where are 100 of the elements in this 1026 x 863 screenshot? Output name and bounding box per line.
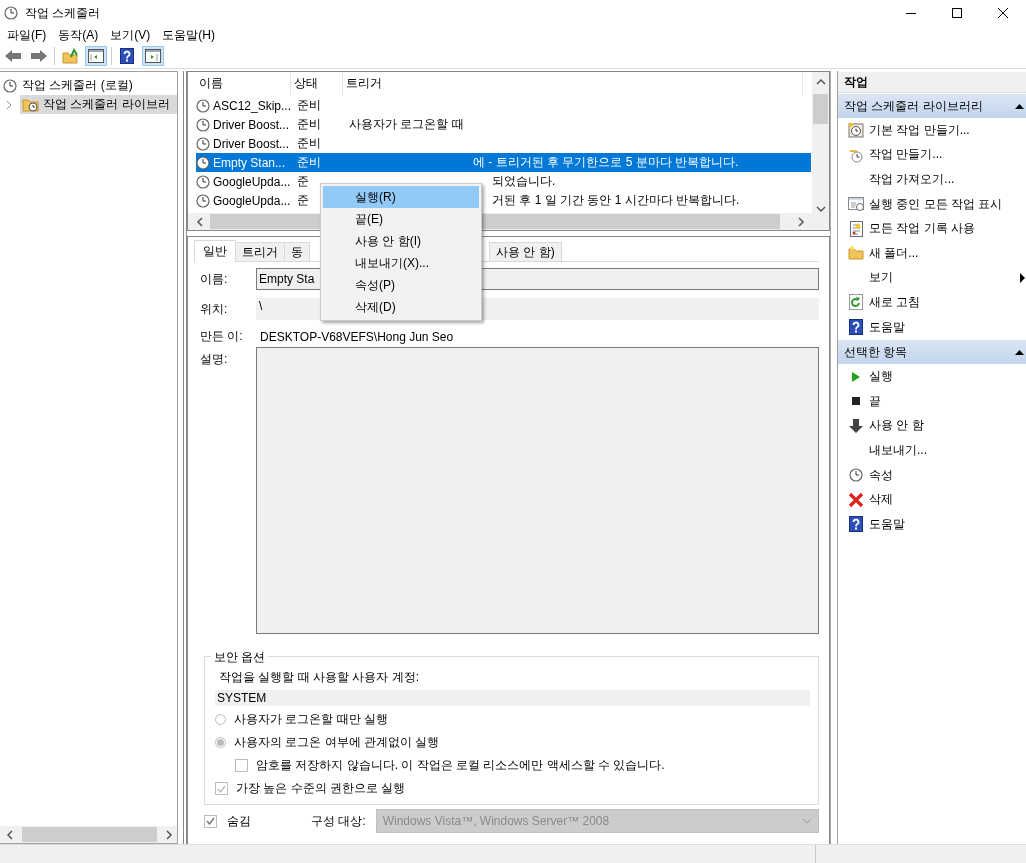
task-row[interactable]: Empty Stan... 준비 에 - 트리거된 후 무기한으로 5 분마다 반복합니다. xyxy=(196,153,811,172)
folder-up-icon[interactable] xyxy=(62,48,78,64)
scroll-right-icon[interactable] xyxy=(797,216,805,227)
help-icon xyxy=(849,319,863,336)
task-status: 준비 xyxy=(296,154,322,171)
task-status: 준 xyxy=(296,173,308,190)
scroll-up-icon[interactable] xyxy=(815,78,826,86)
context-menu-item[interactable]: 끝(E) xyxy=(323,208,479,230)
action-item[interactable]: 실행 중인 모든 작업 표시 xyxy=(838,191,1026,217)
forward-arrow-icon[interactable] xyxy=(31,50,47,62)
configure-label: 구성 대상: xyxy=(311,812,366,830)
action-item[interactable]: 삭제 xyxy=(838,487,1026,512)
scroll-left-icon[interactable] xyxy=(196,216,204,227)
menu-item[interactable]: 동작(A) xyxy=(52,26,105,44)
log-icon xyxy=(848,220,864,237)
tab[interactable]: 사용 안 함) xyxy=(489,242,562,261)
action-item[interactable]: 끝 xyxy=(838,388,1026,414)
author-text: DESKTOP-V68VEFS\Hong Jun Seo xyxy=(259,329,455,344)
down-arrow-icon xyxy=(849,418,863,433)
check-icon xyxy=(217,784,226,793)
scroll-thumb[interactable] xyxy=(813,94,828,124)
pane-title: 작업 xyxy=(838,72,1026,93)
tree-item[interactable]: 작업 스케줄러 라이브러 xyxy=(20,95,177,114)
collapse-icon[interactable] xyxy=(1015,349,1024,356)
help-icon[interactable] xyxy=(120,48,134,64)
action-item[interactable]: 보기 xyxy=(838,265,1026,291)
context-menu-item[interactable]: 삭제(D) xyxy=(323,296,479,318)
scroll-right-icon[interactable] xyxy=(165,829,173,840)
clock-icon xyxy=(196,117,210,132)
action-item[interactable]: 내보내기... xyxy=(838,438,1026,463)
horizontal-scrollbar[interactable] xyxy=(0,826,177,843)
menu-item[interactable]: 도움말(H) xyxy=(156,26,221,44)
task-status: 준비 xyxy=(296,116,322,133)
task-status: 준비 xyxy=(296,97,322,114)
task-name: ASC12_Skip... xyxy=(213,98,292,113)
scroll-down-icon[interactable] xyxy=(815,205,826,213)
folder-clock-icon xyxy=(22,97,39,112)
pane-toggle-icon[interactable] xyxy=(88,49,104,63)
field-label: 만든 이: xyxy=(200,328,244,345)
clock-icon xyxy=(3,78,17,93)
column-header[interactable]: 트리거 xyxy=(343,72,803,96)
close-icon[interactable] xyxy=(998,8,1008,18)
option-label: 사용자가 로그온할 때만 실행 xyxy=(234,711,388,728)
checkbox[interactable] xyxy=(215,782,228,795)
menu-item[interactable]: 보기(V) xyxy=(104,26,157,44)
account-label: 작업을 실행할 때 사용할 사용자 계정: xyxy=(219,669,420,686)
action-item[interactable]: 새 폴더... xyxy=(838,240,1026,266)
clock-icon xyxy=(196,136,210,151)
action-item[interactable]: 실행 xyxy=(838,364,1026,389)
action-item[interactable]: 작업 가져오기... xyxy=(838,167,1026,192)
action-item[interactable]: 도움말 xyxy=(838,314,1026,340)
description-field[interactable] xyxy=(256,347,819,634)
action-item[interactable]: 모든 작업 기록 사용 xyxy=(838,216,1026,241)
column-header[interactable]: 이름 xyxy=(196,72,291,96)
field-label: 이름: xyxy=(200,270,229,288)
task-trigger: 사용자가 로그온할 때 xyxy=(348,116,464,133)
task-name: Driver Boost... xyxy=(213,136,290,151)
window-title: 작업 스케줄러 xyxy=(25,4,101,22)
tab[interactable]: 일반 xyxy=(194,240,236,262)
tab[interactable]: 동 xyxy=(284,242,310,261)
maximize-icon[interactable] xyxy=(952,8,962,18)
window-clock-icon xyxy=(848,196,864,213)
checkbox[interactable] xyxy=(204,814,217,828)
pane-toggle-icon[interactable] xyxy=(145,49,161,63)
section-header[interactable]: 작업 스케줄러 라이브러리 xyxy=(838,94,1026,118)
submenu-arrow-icon xyxy=(1020,272,1025,283)
column-header[interactable]: 상태 xyxy=(291,72,343,96)
task-name: GoogleUpda... xyxy=(213,174,291,189)
action-item[interactable]: 속성 xyxy=(838,462,1026,488)
refresh-icon xyxy=(848,294,864,311)
dropdown-caret-icon xyxy=(802,818,812,824)
context-menu-item[interactable]: 실행(R) xyxy=(323,186,479,208)
action-item[interactable]: 기본 작업 만들기... xyxy=(838,118,1026,143)
task-trigger: 되었습니다. xyxy=(491,173,556,190)
action-item[interactable]: 작업 만들기... xyxy=(838,142,1026,168)
section-header[interactable]: 선택한 항목 xyxy=(838,340,1026,365)
clock-icon xyxy=(196,98,210,113)
task-name: GoogleUpda... xyxy=(213,193,291,208)
scroll-left-icon[interactable] xyxy=(6,829,14,840)
folder-icon xyxy=(848,245,864,262)
clock-icon xyxy=(196,155,210,170)
radio-button[interactable] xyxy=(215,737,226,748)
collapse-icon[interactable] xyxy=(1015,103,1024,109)
menu-item[interactable]: 파일(F) xyxy=(1,26,53,44)
option-label: 가장 높은 수준의 권한으로 실행 xyxy=(236,780,406,797)
clock-icon xyxy=(196,193,210,208)
tab[interactable]: 트리거 xyxy=(235,242,285,261)
check-icon xyxy=(206,817,215,825)
radio-button[interactable] xyxy=(215,714,226,725)
back-arrow-icon[interactable] xyxy=(5,50,21,62)
action-item[interactable]: 새로 고침 xyxy=(838,290,1026,315)
chevron-right-icon[interactable] xyxy=(5,100,13,109)
vertical-scrollbar[interactable] xyxy=(812,72,829,213)
action-item[interactable]: 도움말 xyxy=(838,511,1026,537)
checkbox[interactable] xyxy=(235,759,248,772)
context-menu-item[interactable]: 사용 안 함(I) xyxy=(323,230,479,252)
action-item[interactable]: 사용 안 함 xyxy=(838,413,1026,439)
scroll-thumb[interactable] xyxy=(22,827,157,842)
tree-item[interactable]: 작업 스케줄러 (로컬) xyxy=(22,77,133,94)
help-icon xyxy=(849,516,863,533)
